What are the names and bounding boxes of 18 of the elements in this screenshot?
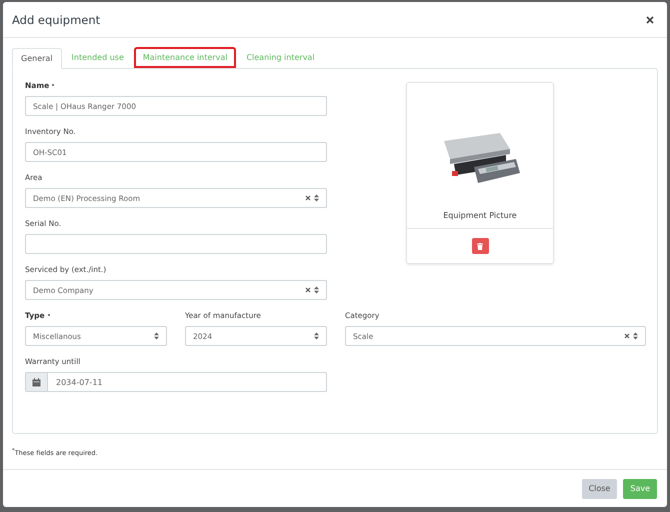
up-down-caret-icon <box>314 194 319 202</box>
up-down-caret-icon <box>154 332 159 340</box>
up-down-caret-icon <box>633 332 638 340</box>
tab[interactable]: General <box>12 48 62 69</box>
clear-icon[interactable] <box>624 333 630 339</box>
close-icon[interactable] <box>646 16 654 24</box>
date-field[interactable]: 2034-07-11 <box>25 372 327 392</box>
up-down-caret-icon <box>314 332 319 340</box>
up-down-caret-icon <box>314 286 319 294</box>
trash-icon <box>477 242 483 250</box>
picture-caption: Equipment Picture <box>442 210 518 222</box>
dialog-title: Add equipment <box>12 12 100 26</box>
clear-icon[interactable] <box>305 287 311 293</box>
calendar-icon <box>32 378 41 386</box>
close-button[interactable]: Close <box>582 478 618 498</box>
clear-icon[interactable] <box>305 195 311 201</box>
text-field[interactable] <box>25 234 327 254</box>
delete-button[interactable] <box>472 238 488 254</box>
